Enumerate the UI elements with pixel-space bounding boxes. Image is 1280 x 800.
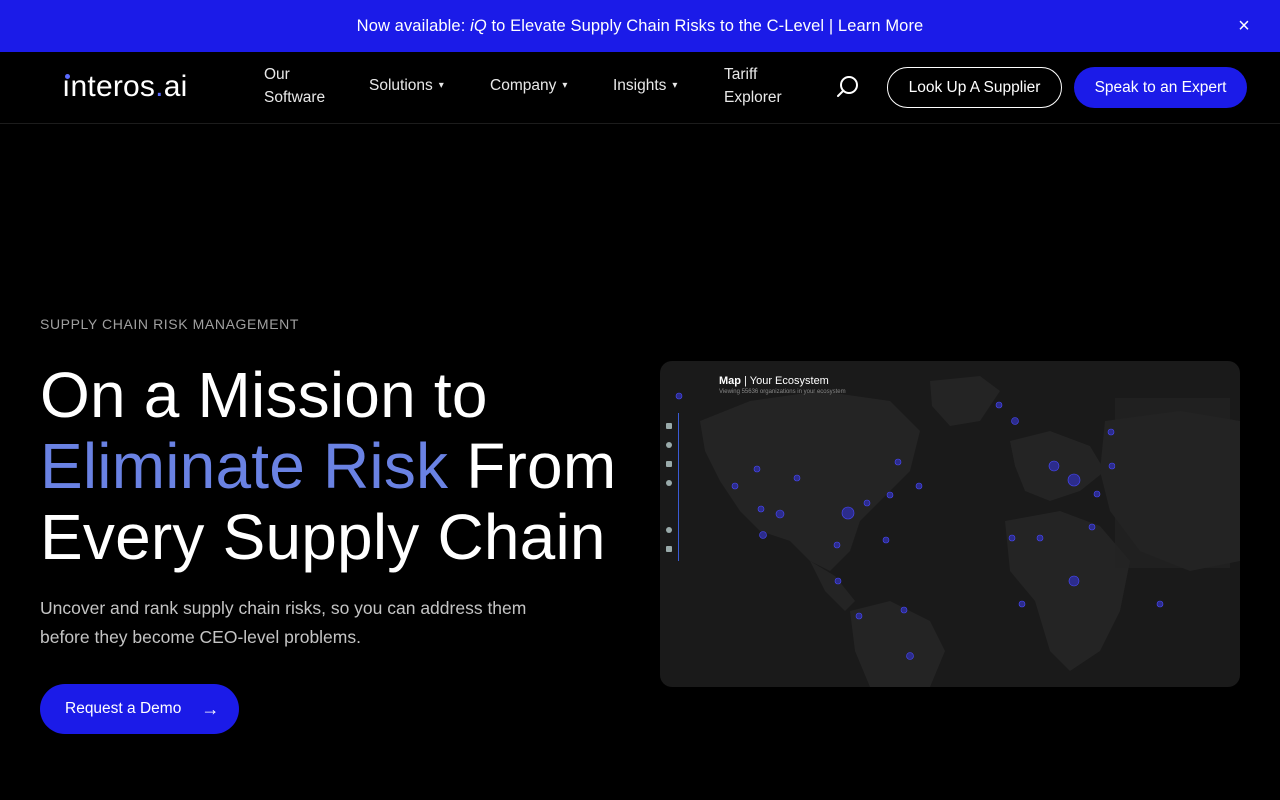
- logo-text: nteros: [70, 70, 156, 103]
- headline-line-1: On a Mission to: [40, 359, 488, 431]
- nav-tariff-explorer[interactable]: Tariff Explorer: [724, 63, 794, 109]
- hero-subtext: Uncover and rank supply chain risks, so …: [40, 598, 527, 647]
- request-demo-label: Request a Demo: [65, 700, 182, 717]
- headline-line-3: Every Supply Chain: [40, 501, 606, 573]
- request-demo-button[interactable]: Request a Demo →: [40, 684, 239, 734]
- gear-icon[interactable]: [666, 480, 672, 486]
- announcement-bar[interactable]: Now available: iQ to Elevate Supply Chai…: [0, 0, 1280, 52]
- announcement-prefix: Now available:: [356, 16, 471, 35]
- logout-icon[interactable]: [666, 546, 672, 552]
- headline-accent: Eliminate Risk: [40, 430, 449, 502]
- look-up-supplier-button[interactable]: Look Up A Supplier: [887, 67, 1062, 108]
- logo-i: ı: [62, 70, 71, 103]
- announcement-text[interactable]: Now available: iQ to Elevate Supply Chai…: [357, 17, 924, 36]
- nav-solutions[interactable]: Solutions ▾: [369, 74, 444, 97]
- map-icon[interactable]: [666, 423, 672, 429]
- chevron-down-icon: ▾: [562, 80, 568, 91]
- map-title: Map | Your Ecosystem: [719, 375, 829, 387]
- help-icon[interactable]: [666, 527, 672, 533]
- chevron-down-icon: ▾: [672, 80, 678, 91]
- hero-headline: On a Mission to Eliminate Risk From Every …: [40, 360, 640, 573]
- close-icon[interactable]: ×: [1234, 16, 1254, 36]
- nav-insights[interactable]: Insights ▾: [613, 74, 677, 97]
- logo[interactable]: ınteros.ai: [62, 68, 187, 106]
- ecosystem-map-preview: Map | Your Ecosystem Viewing 55636 organ…: [660, 361, 1240, 687]
- chevron-down-icon: ▾: [438, 80, 444, 91]
- nav-solutions-label: Solutions: [369, 77, 433, 94]
- site-header: ınteros.ai Our Software Solutions ▾ Compa…: [0, 52, 1280, 124]
- map-title-bold: Map: [719, 375, 741, 387]
- map-subtitle: Viewing 55636 organizations in your ecos…: [719, 389, 846, 395]
- nav-company[interactable]: Company ▾: [490, 74, 567, 97]
- nav-company-label: Company: [490, 77, 557, 94]
- map-side-panel: [1115, 398, 1230, 568]
- nav-our-software[interactable]: Our Software: [264, 63, 334, 109]
- nav-insights-label: Insights: [613, 77, 667, 94]
- headline-line-2: From: [448, 430, 617, 502]
- search-icon[interactable]: [836, 75, 860, 99]
- arrow-right-icon: →: [201, 698, 220, 719]
- map-title-rest: | Your Ecosystem: [741, 375, 829, 387]
- speak-to-expert-button[interactable]: Speak to an Expert: [1074, 67, 1247, 108]
- logo-dot: .: [155, 70, 164, 103]
- chart-icon[interactable]: [666, 461, 672, 467]
- announcement-link[interactable]: to Elevate Supply Chain Risks to the C-L…: [487, 17, 924, 35]
- logo-tail: ai: [163, 70, 188, 103]
- map-toolbar[interactable]: [660, 413, 679, 561]
- hero-eyebrow: SUPPLY CHAIN RISK MANAGEMENT: [40, 316, 299, 332]
- compass-icon[interactable]: [666, 442, 672, 448]
- announcement-product: iQ: [470, 16, 487, 35]
